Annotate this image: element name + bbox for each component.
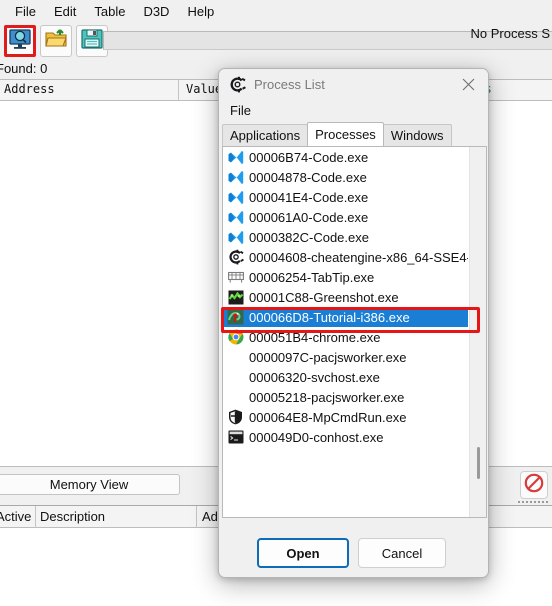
process-listbox[interactable]: 00006B74-Code.exe 00004878-Code.exe 000041… [222, 146, 487, 518]
process-row[interactable]: 00004608-cheatengine-x86_64-SSE4-A [223, 247, 468, 267]
process-row-label: 0000382C-Code.exe [249, 229, 369, 245]
process-row-label: 000049D0-conhost.exe [249, 429, 384, 445]
chrome-icon [227, 329, 244, 346]
open-folder-icon [45, 28, 67, 54]
tab-windows[interactable]: Windows [382, 124, 452, 146]
cheat-table-column-description[interactable]: Description [40, 509, 105, 524]
open-button[interactable]: Open [257, 538, 349, 568]
cancel-button[interactable]: Cancel [358, 538, 446, 568]
process-row[interactable]: 000051B4-chrome.exe [223, 327, 468, 347]
vscode-icon [227, 149, 244, 166]
process-row-selected[interactable]: 000066D8-Tutorial-i386.exe [223, 307, 468, 327]
process-row-label: 00006254-TabTip.exe [249, 269, 375, 285]
open-table-button[interactable] [40, 25, 72, 57]
process-rows-container: 00006B74-Code.exe 00004878-Code.exe 000041… [223, 147, 468, 517]
process-row-label: 000066D8-Tutorial-i386.exe [249, 309, 410, 325]
monitor-magnifier-icon [9, 28, 31, 54]
process-row[interactable]: 00006B74-Code.exe [223, 147, 468, 167]
process-row-label: 000061A0-Code.exe [249, 209, 369, 225]
results-column-divider-1[interactable] [178, 80, 179, 102]
tutorial-dragon-icon [227, 309, 244, 326]
dialog-tabs: Applications Processes Windows [219, 122, 488, 146]
dialog-title-label: Process List [254, 76, 325, 92]
process-row[interactable]: 00006254-TabTip.exe [223, 267, 468, 287]
memory-view-button[interactable]: Memory View [0, 474, 180, 495]
no-icon-placeholder [227, 349, 244, 366]
process-list-dialog: Process List File Applications Processes… [218, 68, 489, 578]
dialog-menubar: File [219, 99, 488, 121]
cheat-engine-gear-icon [229, 76, 246, 93]
cheat-table-column-address[interactable]: Ad [202, 509, 218, 524]
menu-item-help[interactable]: Help [178, 2, 223, 21]
process-row[interactable]: 000049D0-conhost.exe [223, 427, 468, 447]
main-toolbar: No Process S [0, 22, 552, 60]
vscode-icon [227, 209, 244, 226]
process-row-label: 000041E4-Code.exe [249, 189, 369, 205]
close-icon[interactable] [448, 69, 488, 99]
greenshot-icon [227, 289, 244, 306]
console-icon [227, 429, 244, 446]
process-list-scrollbar[interactable] [469, 147, 486, 517]
menu-item-edit[interactable]: Edit [45, 2, 85, 21]
process-row-label: 00005218-pacjsworker.exe [249, 389, 405, 405]
process-row-label: 0000097C-pacjsworker.exe [249, 349, 407, 365]
process-row-label: 00004608-cheatengine-x86_64-SSE4-A [249, 249, 468, 265]
tab-processes[interactable]: Processes [307, 122, 384, 146]
process-row[interactable]: 00005218-pacjsworker.exe [223, 387, 468, 407]
dialog-titlebar[interactable]: Process List [219, 69, 488, 99]
results-column-value[interactable]: Value [186, 82, 222, 96]
process-row[interactable]: 000064E8-MpCmdRun.exe [223, 407, 468, 427]
floppy-save-icon [81, 28, 103, 54]
process-row-label: 000064E8-MpCmdRun.exe [249, 409, 407, 425]
process-row-label: 00006B74-Code.exe [249, 149, 369, 165]
main-menubar: File Edit Table D3D Help [0, 0, 552, 22]
no-process-status: No Process S [470, 26, 550, 41]
vscode-icon [227, 189, 244, 206]
results-column-address[interactable]: Address [4, 82, 55, 96]
stop-button[interactable] [520, 471, 548, 499]
process-row[interactable]: 00001C88-Greenshot.exe [223, 287, 468, 307]
process-row-label: 00004878-Code.exe [249, 169, 367, 185]
scrollbar-thumb[interactable] [477, 447, 480, 479]
process-row-label: 00006320-svchost.exe [249, 369, 380, 385]
cheat-table-column-active[interactable]: Active [0, 509, 31, 524]
tab-applications[interactable]: Applications [222, 124, 309, 146]
cheat-table-divider-2[interactable] [196, 506, 197, 528]
found-count-label: Found: 0 [0, 61, 48, 76]
tabtip-keyboard-icon [227, 269, 244, 286]
menu-item-file[interactable]: File [6, 2, 45, 21]
defender-shield-icon [227, 409, 244, 426]
dialog-menu-item-file[interactable]: File [222, 101, 259, 120]
process-row[interactable]: 000041E4-Code.exe [223, 187, 468, 207]
vscode-icon [227, 229, 244, 246]
process-row-label: 00001C88-Greenshot.exe [249, 289, 399, 305]
process-selector-button[interactable] [4, 25, 36, 57]
menu-item-table[interactable]: Table [85, 2, 134, 21]
process-row[interactable]: 00004878-Code.exe [223, 167, 468, 187]
vscode-icon [227, 169, 244, 186]
process-row-label: 000051B4-chrome.exe [249, 329, 381, 345]
process-row[interactable]: 0000097C-pacjsworker.exe [223, 347, 468, 367]
cheat-engine-gear-icon [227, 249, 244, 266]
no-icon-placeholder [227, 389, 244, 406]
cheat-table-divider-1[interactable] [35, 506, 36, 528]
process-row[interactable]: 000061A0-Code.exe [223, 207, 468, 227]
no-icon-placeholder [227, 369, 244, 386]
process-row[interactable]: 00006320-svchost.exe [223, 367, 468, 387]
no-entry-icon [524, 473, 544, 498]
process-row[interactable]: 0000382C-Code.exe [223, 227, 468, 247]
menu-item-d3d[interactable]: D3D [134, 2, 178, 21]
